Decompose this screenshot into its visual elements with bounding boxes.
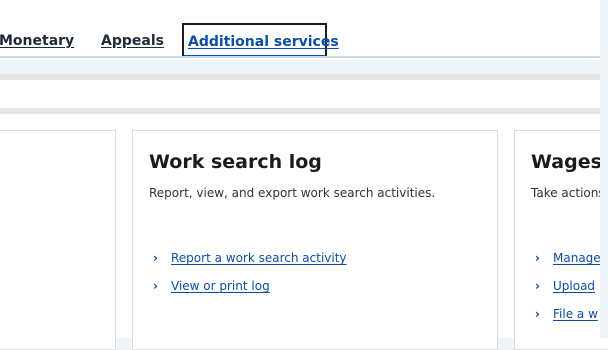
view-print-log-link[interactable]: View or print log [171,279,270,293]
link-row[interactable]: › Report a work search activity [153,251,347,269]
upload-link[interactable]: Upload [553,279,595,293]
tab-monetary[interactable]: Monetary [0,33,74,53]
chevron-right-icon: › [535,307,540,321]
tab-underline [0,56,600,58]
tab-appeals[interactable]: Appeals [101,33,164,53]
link-row[interactable]: › Manage [535,251,601,269]
tab-bar: Monetary Appeals Additional services [0,0,608,60]
card-partial-left [0,130,116,350]
link-row[interactable]: › Upload [535,279,595,297]
report-work-search-link[interactable]: Report a work search activity [171,251,347,265]
link-row[interactable]: › File a w [535,307,598,325]
chevron-right-icon: › [535,279,540,293]
link-row[interactable]: › View or print log [153,279,270,297]
card-description: Take actions [531,186,605,200]
chevron-right-icon: › [153,279,158,293]
page: Monetary Appeals Additional services Wor… [0,0,608,350]
card-wages: Wages Take actions › Manage › Upload › File… [514,130,608,350]
file-wage-link[interactable]: File a w [553,307,598,321]
tab-additional-services[interactable]: Additional services [182,23,339,57]
manage-link[interactable]: Manage [553,251,601,265]
card-description: Report, view, and export work search act… [149,186,436,200]
card-work-search-log: Work search log Report, view, and export… [132,130,498,350]
card-title: Work search log [149,151,322,173]
chevron-right-icon: › [535,251,540,265]
chevron-right-icon: › [153,251,158,265]
card-title: Wages [531,151,602,173]
page-edge [600,0,608,338]
info-strip [0,80,600,108]
